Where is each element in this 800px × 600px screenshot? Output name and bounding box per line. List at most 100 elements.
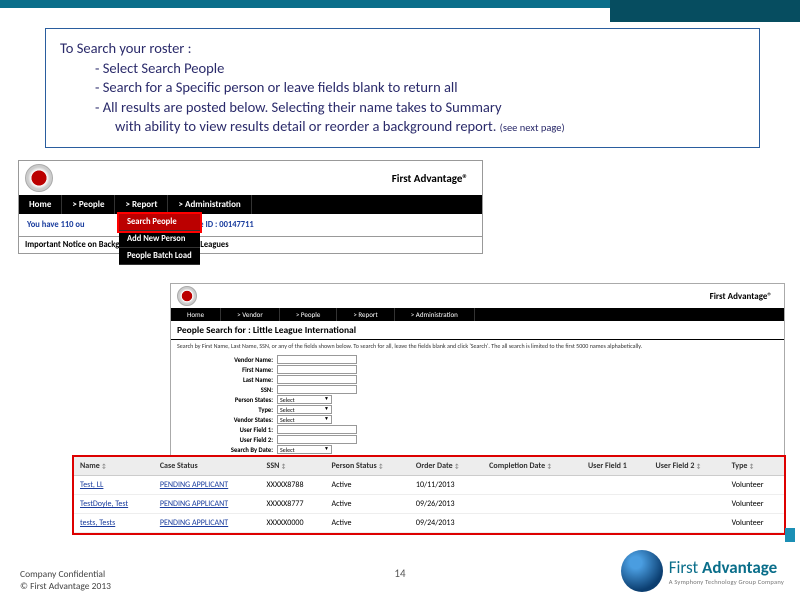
cell-uf2 bbox=[650, 476, 726, 495]
nav2-admin[interactable]: > Administration bbox=[395, 308, 475, 321]
col-person-status[interactable]: Person Status ↕ bbox=[326, 457, 410, 476]
cell-uf2 bbox=[650, 514, 726, 533]
lbl-vendor-name: Vendor Name: bbox=[177, 356, 277, 364]
sort-arrows-icon: ↕ bbox=[102, 462, 107, 470]
dropdown-add-new-person[interactable]: Add New Person bbox=[119, 231, 200, 248]
col-completion-date[interactable]: Completion Date ↕ bbox=[483, 457, 582, 476]
cell-ssn: XXXXX0000 bbox=[261, 514, 326, 533]
cell-type: Volunteer bbox=[726, 495, 784, 514]
table-row: Test, LL PENDING APPLICANT XXXXX8788Active… bbox=[74, 476, 784, 495]
col-type[interactable]: Type ↕ bbox=[726, 457, 784, 476]
shot1-brand: First Advantage® bbox=[53, 172, 476, 185]
col-order-date[interactable]: Order Date ↕ bbox=[410, 457, 483, 476]
people-search-title: People Search for : Little League Intern… bbox=[171, 321, 784, 340]
screenshot-nav-dropdown: First Advantage® Home > People > Report … bbox=[18, 160, 483, 254]
col-ssn[interactable]: SSN ↕ bbox=[261, 457, 326, 476]
shot1-msg-a: You have 110 ou bbox=[27, 220, 85, 230]
cell-person-status: Active bbox=[326, 476, 410, 495]
nav-people[interactable]: > People bbox=[62, 195, 115, 214]
person-name-link[interactable]: Test, LL bbox=[80, 480, 103, 490]
first-name-input[interactable] bbox=[277, 365, 357, 374]
shot2-brand: First Advantage® bbox=[197, 291, 778, 302]
shot1-header: First Advantage® bbox=[19, 161, 482, 195]
people-search-help: Search by First Name, Last Name, SSN, or… bbox=[171, 340, 784, 352]
little-league-logo-icon bbox=[25, 164, 53, 192]
sort-arrows-icon: ↕ bbox=[547, 462, 552, 470]
cell-uf2 bbox=[650, 495, 726, 514]
lbl-search-by-date: Search By Date: bbox=[177, 446, 277, 454]
results-header-row: Name ↕ Case Status SSN ↕ Person Status ↕… bbox=[74, 457, 784, 476]
vendor-name-input[interactable] bbox=[277, 355, 357, 364]
lbl-user-field-1: User Field 1: bbox=[177, 426, 277, 434]
lbl-vendor-states: Vendor States: bbox=[177, 416, 277, 424]
col-name[interactable]: Name ↕ bbox=[74, 457, 154, 476]
type-select[interactable]: Select bbox=[277, 405, 332, 414]
footer-confidential: Company Confidential © First Advantage 2… bbox=[20, 569, 111, 592]
instr-b3b-text: with ability to view results detail or r… bbox=[115, 117, 500, 135]
cell-uf1 bbox=[582, 514, 650, 533]
sort-arrows-icon: ↕ bbox=[378, 462, 383, 470]
table-row: TestDoyle, Test PENDING APPLICANT XXXXX877… bbox=[74, 495, 784, 514]
nav2-report[interactable]: > Report bbox=[337, 308, 394, 321]
cell-order-date: 09/26/2013 bbox=[410, 495, 483, 514]
lbl-last-name: Last Name: bbox=[177, 376, 277, 384]
sort-arrows-icon: ↕ bbox=[696, 462, 701, 470]
shot1-subarea: You have 110 ou xxxxxxxxxxxxxx aining fo… bbox=[19, 214, 482, 236]
instr-line1: To Search your roster : bbox=[60, 39, 747, 59]
shot1-navbar: Home > People > Report > Administration bbox=[19, 195, 482, 214]
person-name-link[interactable]: tests, Tests bbox=[80, 518, 115, 528]
nav-admin[interactable]: > Administration bbox=[168, 195, 251, 214]
lbl-ssn: SSN: bbox=[177, 386, 277, 394]
case-status-link[interactable]: PENDING APPLICANT bbox=[160, 518, 228, 528]
cell-ssn: XXXXX8777 bbox=[261, 495, 326, 514]
cell-type: Volunteer bbox=[726, 514, 784, 533]
cell-order-date: 09/24/2013 bbox=[410, 514, 483, 533]
cell-completion-date bbox=[483, 514, 582, 533]
ssn-input[interactable] bbox=[277, 385, 357, 394]
search-results-table: Name ↕ Case Status SSN ↕ Person Status ↕… bbox=[72, 455, 786, 535]
col-user-field-2[interactable]: User Field 2 ↕ bbox=[650, 457, 726, 476]
dropdown-search-people[interactable]: Search People bbox=[119, 214, 200, 231]
sort-arrows-icon: ↕ bbox=[454, 462, 459, 470]
cell-ssn: XXXXX8788 bbox=[261, 476, 326, 495]
cell-order-date: 10/11/2013 bbox=[410, 476, 483, 495]
little-league-logo-icon bbox=[177, 286, 197, 306]
partial-g-graphic bbox=[785, 528, 795, 542]
instr-b1: - Select Search People bbox=[60, 59, 747, 79]
person-states-select[interactable]: Select bbox=[277, 395, 332, 404]
nav-report[interactable]: > Report bbox=[115, 195, 168, 214]
instr-b3: - All results are posted below. Selectin… bbox=[60, 98, 747, 118]
shot2-header: First Advantage® bbox=[171, 284, 784, 308]
footer-line1: Company Confidential bbox=[20, 569, 111, 580]
shot2-navbar: Home > Vendor > People > Report > Admini… bbox=[171, 308, 784, 321]
cell-uf1 bbox=[582, 476, 650, 495]
person-name-link[interactable]: TestDoyle, Test bbox=[80, 499, 128, 509]
user-field-2-input[interactable] bbox=[277, 435, 357, 444]
nav2-people[interactable]: > People bbox=[280, 308, 338, 321]
last-name-input[interactable] bbox=[277, 375, 357, 384]
instructions-box: To Search your roster : - Select Search … bbox=[45, 28, 760, 148]
dropdown-people-batch-load[interactable]: People Batch Load bbox=[119, 248, 200, 265]
instr-seenext: (see next page) bbox=[500, 121, 565, 134]
cell-person-status: Active bbox=[326, 495, 410, 514]
case-status-link[interactable]: PENDING APPLICANT bbox=[160, 480, 228, 490]
nav-home[interactable]: Home bbox=[19, 195, 62, 214]
vendor-states-select[interactable]: Select bbox=[277, 415, 332, 424]
case-status-link[interactable]: PENDING APPLICANT bbox=[160, 499, 228, 509]
first-advantage-logo: First Advantage A Symphony Technology Gr… bbox=[621, 550, 784, 592]
col-case-status[interactable]: Case Status bbox=[154, 457, 261, 476]
instr-b3b: with ability to view results detail or r… bbox=[60, 117, 747, 137]
search-by-date-select[interactable]: Select bbox=[277, 445, 332, 454]
sort-arrows-icon: ↕ bbox=[281, 462, 286, 470]
people-search-form: Vendor Name: First Name: Last Name: SSN:… bbox=[171, 352, 784, 457]
logo-subtext: A Symphony Technology Group Company bbox=[669, 578, 784, 586]
user-field-1-input[interactable] bbox=[277, 425, 357, 434]
nav2-vendor[interactable]: > Vendor bbox=[221, 308, 280, 321]
cell-person-status: Active bbox=[326, 514, 410, 533]
cell-type: Volunteer bbox=[726, 476, 784, 495]
globe-icon bbox=[621, 550, 663, 592]
col-user-field-1[interactable]: User Field 1 bbox=[582, 457, 650, 476]
lbl-first-name: First Name: bbox=[177, 366, 277, 374]
lbl-person-states: Person States: bbox=[177, 396, 277, 404]
nav2-home[interactable]: Home bbox=[171, 308, 221, 321]
